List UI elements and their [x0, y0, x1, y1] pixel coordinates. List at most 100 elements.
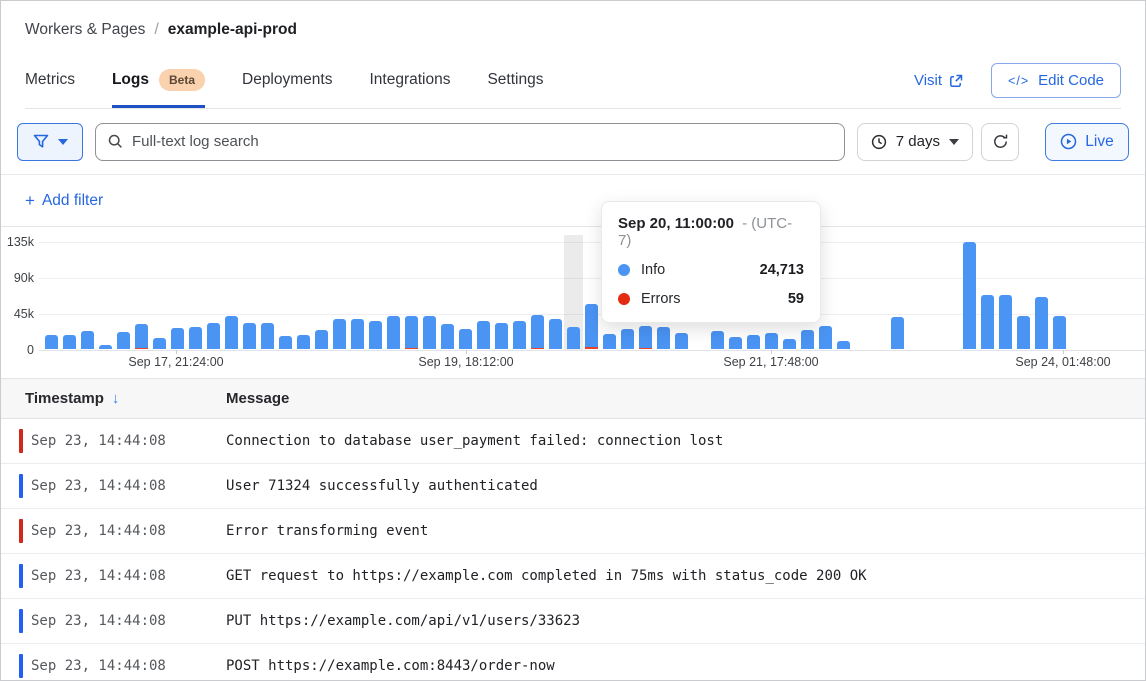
time-range-value: 7 days [896, 133, 940, 150]
chart-bar[interactable] [243, 323, 256, 349]
tooltip-series-label: Info [641, 262, 760, 278]
edit-code-button[interactable]: </> Edit Code [991, 63, 1121, 98]
chart-bar[interactable] [819, 326, 832, 349]
chart-bar[interactable] [495, 323, 508, 349]
filter-menu-button[interactable] [17, 123, 83, 161]
tab-integrations[interactable]: Integrations [369, 69, 450, 108]
chart-bar[interactable] [189, 327, 202, 349]
chart-bar[interactable] [549, 319, 562, 349]
chart-bar[interactable] [1017, 316, 1030, 349]
bar-info-segment [639, 326, 652, 348]
search-input[interactable] [132, 133, 832, 150]
chart-bar[interactable] [657, 327, 670, 349]
chart-bar[interactable] [477, 321, 490, 349]
bar-info-segment [531, 315, 544, 348]
tab-logs[interactable]: LogsBeta [112, 69, 205, 108]
chart-bar[interactable] [837, 341, 850, 349]
tab-label: Settings [487, 71, 543, 89]
chart-bar[interactable] [459, 329, 472, 349]
caret-down-icon [949, 139, 959, 145]
play-icon [1060, 133, 1077, 150]
log-message: Error transforming event [226, 523, 428, 539]
chart-bar[interactable] [711, 331, 724, 349]
chart-bar[interactable] [423, 316, 436, 349]
chart-bar[interactable] [441, 324, 454, 349]
column-header-timestamp[interactable]: Timestamp ↓ [25, 390, 226, 407]
table-row[interactable]: Sep 23, 14:44:08PUT https://example.com/… [1, 599, 1145, 644]
table-row[interactable]: Sep 23, 14:44:08Error transforming event [1, 509, 1145, 554]
chart-bar[interactable] [63, 335, 76, 349]
chart-bar[interactable] [279, 336, 292, 349]
chart-bar[interactable] [747, 335, 760, 349]
chart-bar[interactable] [783, 339, 796, 349]
chart-bar[interactable] [225, 316, 238, 349]
bar-info-segment [459, 329, 472, 349]
chart-bar[interactable] [801, 330, 814, 349]
tab-label: Logs [112, 71, 149, 89]
error-level-indicator [19, 429, 23, 453]
chart-bar[interactable] [531, 315, 544, 349]
chart-bar[interactable] [405, 316, 418, 349]
chart-bar[interactable] [369, 321, 382, 349]
chart-bar[interactable] [891, 317, 904, 349]
chart-bar[interactable] [639, 326, 652, 349]
bar-info-segment [675, 333, 688, 349]
chart-bar[interactable] [729, 337, 742, 349]
chart-bar[interactable] [1053, 316, 1066, 349]
chart-bar[interactable] [387, 316, 400, 349]
chart-bar[interactable] [513, 321, 526, 349]
info-level-indicator [19, 609, 23, 633]
chart-bar[interactable] [567, 327, 580, 349]
bar-info-segment [567, 327, 580, 349]
chart-bar[interactable] [297, 335, 310, 349]
add-filter-button[interactable]: + Add filter [25, 191, 103, 211]
bar-info-segment [1035, 297, 1048, 349]
bar-info-segment [711, 331, 724, 349]
table-row[interactable]: Sep 23, 14:44:08GET request to https://e… [1, 554, 1145, 599]
chart-bar[interactable] [675, 333, 688, 349]
refresh-button[interactable] [981, 123, 1019, 161]
chart-bar[interactable] [585, 304, 598, 349]
tab-settings[interactable]: Settings [487, 69, 543, 108]
chart-bar[interactable] [207, 323, 220, 349]
chart-bar[interactable] [981, 295, 994, 349]
log-search[interactable] [95, 123, 845, 161]
chart-bar[interactable] [333, 319, 346, 349]
table-row[interactable]: Sep 23, 14:44:08Connection to database u… [1, 419, 1145, 464]
time-range-dropdown[interactable]: 7 days [857, 123, 973, 161]
chart-bar[interactable] [117, 332, 130, 349]
tabs: Metrics LogsBeta Deployments Integrations Se… [25, 69, 543, 108]
live-button[interactable]: Live [1045, 123, 1129, 161]
breadcrumb-section[interactable]: Workers & Pages [25, 21, 145, 39]
chart-bar[interactable] [351, 319, 364, 349]
tooltip-row: Info24,713 [618, 262, 804, 278]
bar-info-segment [891, 317, 904, 349]
chart-bar[interactable] [81, 331, 94, 349]
chart-bar[interactable] [45, 335, 58, 349]
chart-bar[interactable] [999, 295, 1012, 349]
chart-bar[interactable] [315, 330, 328, 349]
chart-bar[interactable] [621, 329, 634, 349]
chart-bar[interactable] [603, 334, 616, 349]
tab-deployments[interactable]: Deployments [242, 69, 332, 108]
log-table-header: Timestamp ↓ Message [1, 379, 1145, 419]
tab-metrics[interactable]: Metrics [25, 69, 75, 108]
chart-bar[interactable] [1035, 297, 1048, 349]
table-row[interactable]: Sep 23, 14:44:08User 71324 successfully … [1, 464, 1145, 509]
tab-bar: Metrics LogsBeta Deployments Integrations Se… [25, 63, 1121, 109]
log-message: Connection to database user_payment fail… [226, 433, 723, 449]
chart-bar[interactable] [963, 242, 976, 349]
chart-bar[interactable] [261, 323, 274, 349]
chart-bar[interactable] [99, 345, 112, 349]
chart-bar[interactable] [765, 333, 778, 349]
bar-info-segment [369, 321, 382, 349]
bar-info-segment [513, 321, 526, 349]
chart-bar[interactable] [153, 338, 166, 349]
table-row[interactable]: Sep 23, 14:44:08POST https://example.com… [1, 644, 1145, 681]
bar-errors-segment [531, 348, 544, 349]
chart-bar[interactable] [171, 328, 184, 349]
chart-bar[interactable] [135, 324, 148, 349]
bar-info-segment [765, 333, 778, 349]
visit-link[interactable]: Visit [914, 72, 963, 89]
breadcrumb-page-title: example-api-prod [168, 21, 297, 39]
